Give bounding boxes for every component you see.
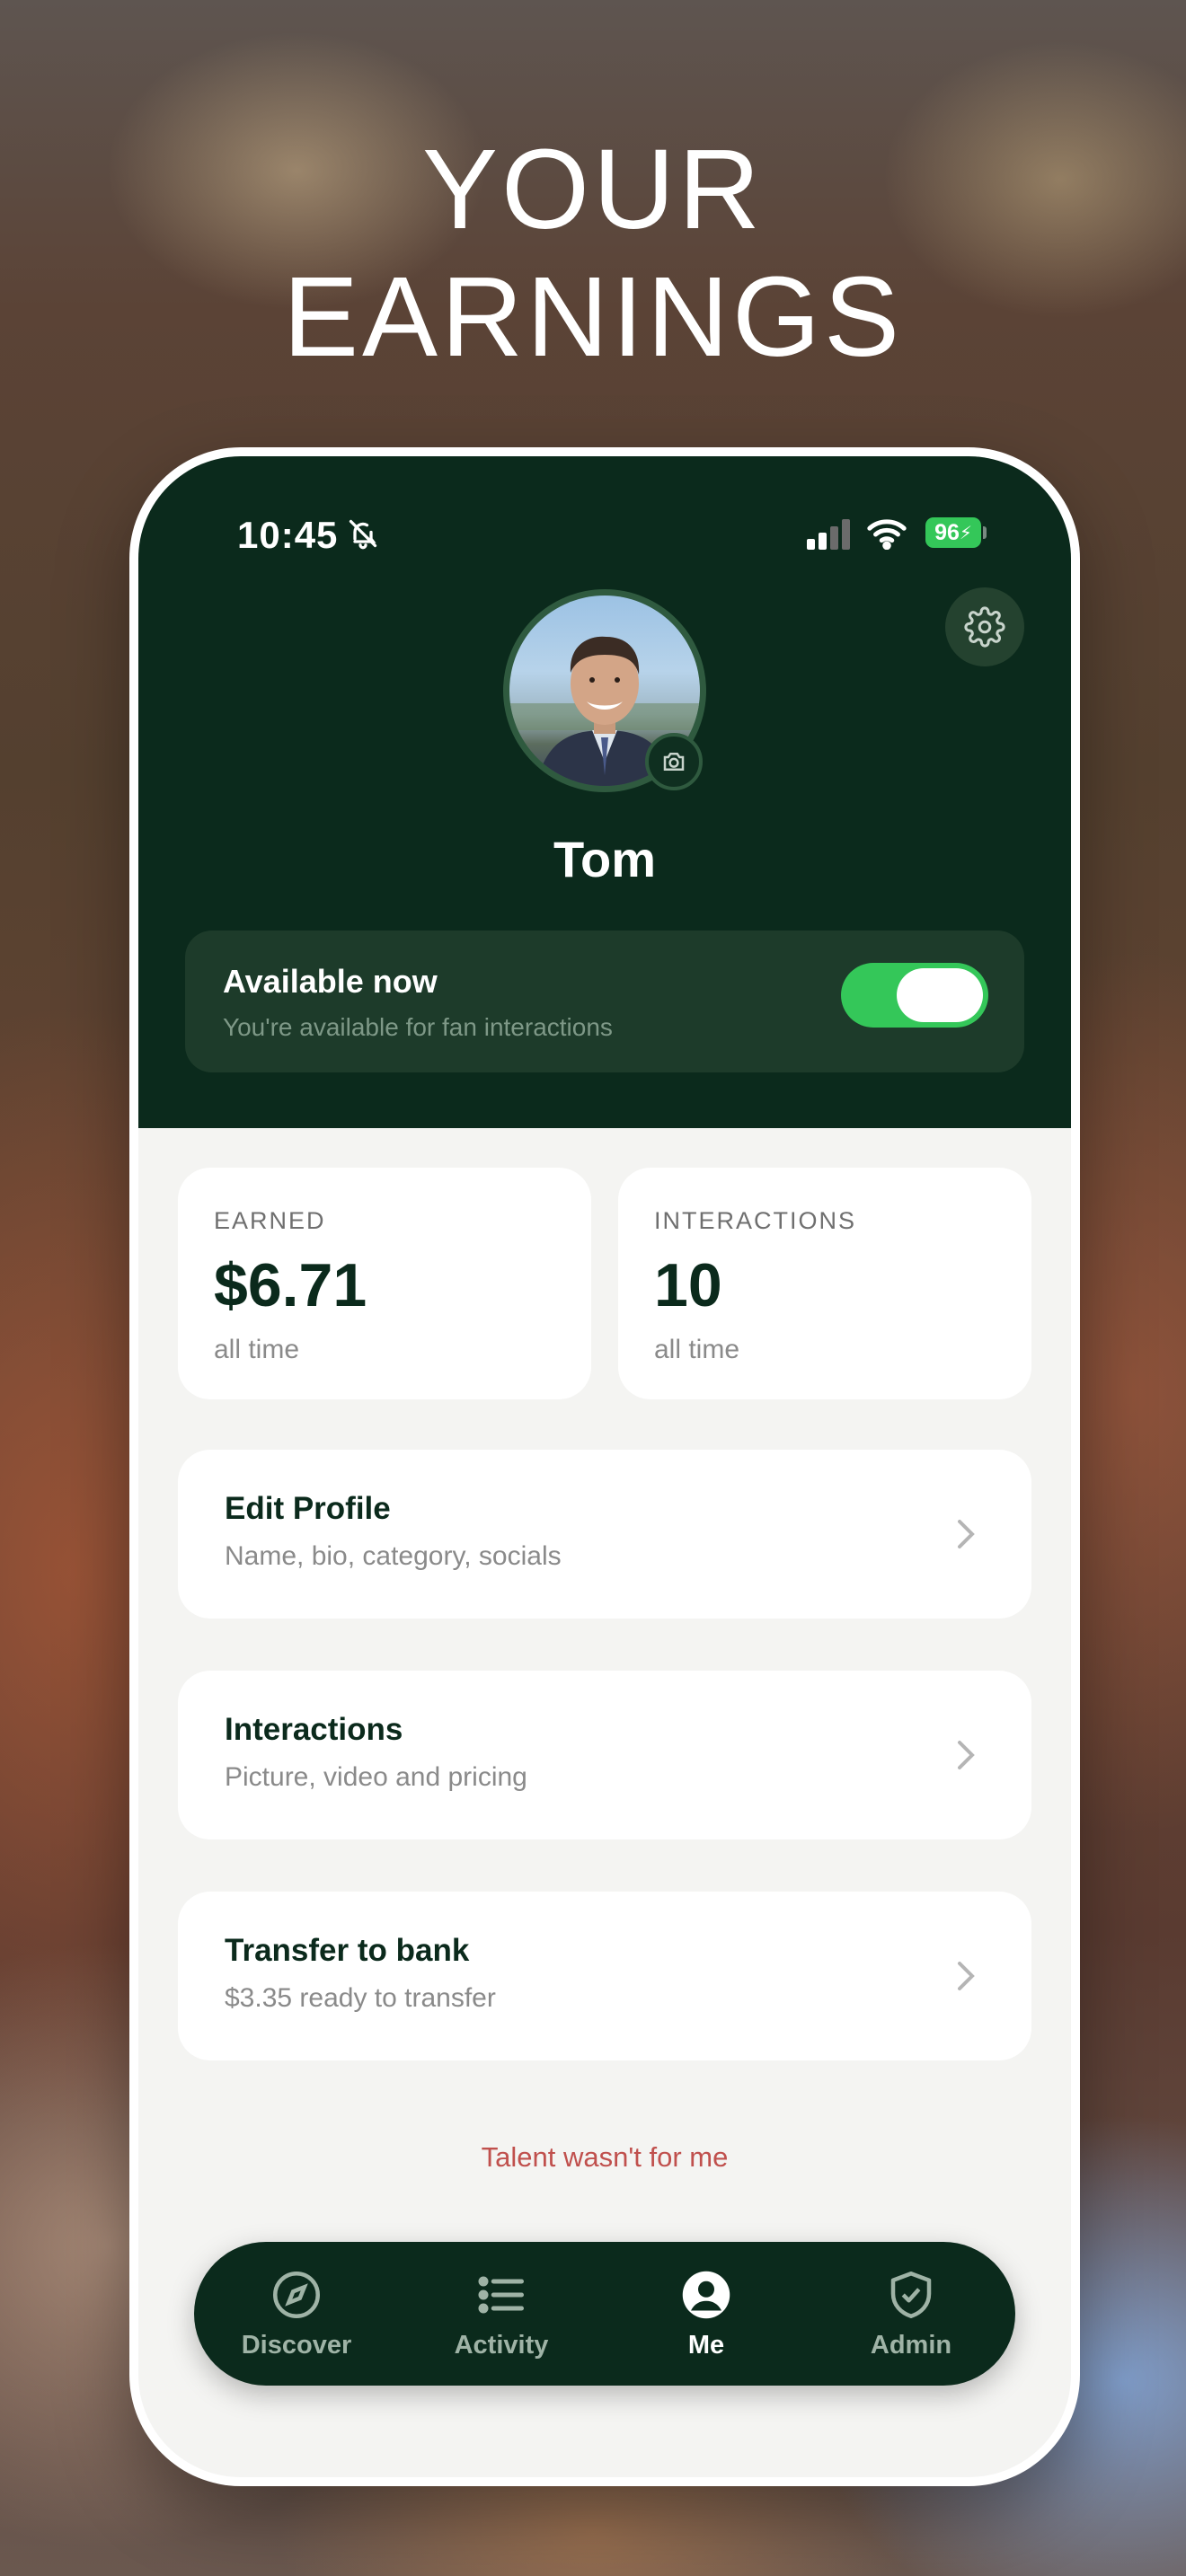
menu-item-subtitle: Picture, video and pricing	[225, 1762, 527, 1792]
tab-label: Discover	[241, 2330, 352, 2360]
bell-muted-icon	[349, 519, 377, 550]
chevron-right-icon	[958, 1520, 975, 1548]
battery-cap	[983, 526, 987, 539]
cellular-signal-icon	[807, 519, 850, 550]
phone-frame: 10:45 96 ⚡ Tom Available now You're avai…	[129, 447, 1080, 2486]
chevron-right-icon	[958, 1741, 975, 1769]
stat-sub: all time	[214, 1335, 300, 1364]
tab-label: Admin	[870, 2330, 952, 2360]
compass-icon	[273, 2271, 320, 2318]
tab-admin[interactable]: Admin	[809, 2242, 1013, 2386]
chevron-right-icon	[958, 1962, 975, 1990]
camera-icon	[663, 753, 685, 771]
menu-item-edit-profile[interactable]: Edit Profile Name, bio, category, social…	[178, 1450, 1031, 1619]
battery-indicator: 96 ⚡	[925, 517, 981, 548]
stat-sub: all time	[654, 1335, 740, 1364]
availability-toggle[interactable]	[841, 963, 988, 1028]
status-time: 10:45	[237, 514, 339, 556]
wifi-icon	[867, 519, 907, 550]
availability-subtitle: You're available for fan interactions	[223, 1013, 613, 1041]
shield-check-icon	[890, 2271, 932, 2318]
profile-header: 10:45 96 ⚡ Tom Available now You're avai…	[138, 456, 1071, 1128]
menu-item-subtitle: Name, bio, category, socials	[225, 1541, 562, 1571]
profile-name: Tom	[553, 831, 657, 887]
stat-value: $6.71	[214, 1251, 367, 1319]
bottom-tab-bar: Discover Activity Me Admin	[194, 2242, 1015, 2386]
earned-stat-card: EARNED $6.71 all time	[178, 1168, 591, 1399]
user-circle-icon	[682, 2271, 730, 2318]
promo-headline: YOUR EARNINGS	[0, 126, 1186, 381]
menu-item-title: Interactions	[225, 1712, 403, 1747]
menu-item-interactions[interactable]: Interactions Picture, video and pricing	[178, 1671, 1031, 1839]
stat-label: EARNED	[214, 1207, 326, 1234]
stat-label: INTERACTIONS	[654, 1207, 857, 1234]
menu-item-transfer-to-bank[interactable]: Transfer to bank $3.35 ready to transfer	[178, 1892, 1031, 2060]
interactions-stat-card: INTERACTIONS 10 all time	[618, 1168, 1031, 1399]
battery-level: 96	[934, 519, 960, 545]
availability-card: Available now You're available for fan i…	[185, 931, 1024, 1072]
stat-value: 10	[654, 1251, 722, 1319]
list-icon	[478, 2276, 524, 2313]
charging-bolt-icon: ⚡	[959, 523, 972, 543]
settings-button[interactable]	[945, 587, 1024, 666]
tab-activity[interactable]: Activity	[399, 2242, 604, 2386]
tab-me[interactable]: Me	[604, 2242, 809, 2386]
app-screen: 10:45 96 ⚡ Tom Available now You're avai…	[138, 456, 1071, 2477]
tab-discover[interactable]: Discover	[194, 2242, 399, 2386]
headline-line-2: EARNINGS	[282, 253, 904, 380]
change-photo-button[interactable]	[645, 733, 703, 790]
menu-item-subtitle: $3.35 ready to transfer	[225, 1983, 496, 2013]
tab-label: Me	[687, 2330, 725, 2360]
menu-item-title: Transfer to bank	[225, 1933, 470, 1968]
leave-talent-link[interactable]: Talent wasn't for me	[138, 2141, 1071, 2174]
headline-line-1: YOUR	[421, 126, 765, 252]
gear-icon	[964, 606, 1005, 648]
menu-item-title: Edit Profile	[225, 1491, 391, 1526]
availability-title: Available now	[223, 963, 438, 1000]
tab-label: Activity	[454, 2330, 549, 2360]
toggle-knob	[897, 968, 983, 1022]
